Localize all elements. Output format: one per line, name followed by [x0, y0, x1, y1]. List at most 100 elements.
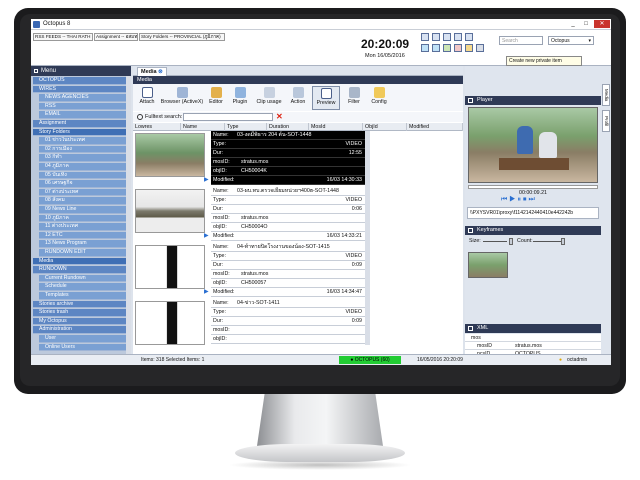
table-row[interactable]: objID: CH50004O	[211, 223, 365, 232]
size-slider[interactable]	[483, 241, 507, 242]
mail-icon[interactable]	[454, 44, 462, 52]
layout-icon[interactable]	[465, 33, 473, 41]
sidebar-item[interactable]: 11 ต่างประเทศ	[39, 223, 129, 231]
play-icon[interactable]: ▶	[204, 289, 210, 295]
table-row[interactable]: mosID: stratus.mos	[211, 158, 365, 167]
sidebar-item[interactable]: Stories trash	[33, 309, 129, 317]
tab-rss-feeds[interactable]: RSS FEEDS -- THAI RATH	[33, 33, 93, 41]
keyframe-thumbnail[interactable]	[468, 252, 508, 278]
count-slider[interactable]	[533, 241, 561, 242]
sidebar-item[interactable]: Administration	[33, 326, 129, 334]
table-row[interactable]: mosID: stratus.mos	[211, 214, 365, 223]
preview-button[interactable]: Preview	[312, 86, 340, 110]
size-slider-thumb[interactable]	[509, 238, 513, 245]
sidebar-item[interactable]: 05 บันเทิง	[39, 171, 129, 180]
sidebar-item[interactable]: Online Users	[39, 343, 129, 352]
side-tab-profile[interactable]: Profil	[602, 110, 610, 132]
sidebar-item[interactable]: 06 เศรษฐกิจ	[39, 180, 129, 188]
table-row[interactable]: Modified: 16/03 14:30:33	[211, 176, 365, 185]
table-row[interactable]: objID: CH50004K	[211, 167, 365, 176]
table-row[interactable]: Type: VIDEO	[211, 140, 365, 149]
close-button[interactable]: ✕	[594, 20, 610, 28]
sidebar-scrollbar[interactable]	[126, 76, 131, 354]
col-modified[interactable]: Modified	[407, 123, 463, 131]
sidebar-item[interactable]: RSS	[39, 102, 129, 111]
filter-button[interactable]: Filter	[342, 86, 366, 110]
config-button[interactable]: Config	[368, 86, 390, 110]
sidebar-item[interactable]: 12 ETC	[39, 231, 129, 240]
sidebar-item[interactable]: Stories archive	[33, 300, 129, 309]
filter-icon[interactable]	[421, 44, 429, 52]
layout-icon[interactable]	[443, 33, 451, 41]
sidebar-item[interactable]: NEWS AGENCIES	[39, 94, 129, 102]
collapse-icon[interactable]	[468, 228, 473, 233]
action-button[interactable]: Action	[286, 86, 310, 110]
fulltext-search-input[interactable]	[183, 113, 273, 121]
layout-icon[interactable]	[421, 33, 429, 41]
table-row[interactable]: Type: VIDEO	[211, 196, 365, 205]
player-seekbar[interactable]	[468, 185, 598, 189]
xml-row[interactable]: mos	[465, 334, 601, 342]
table-row[interactable]: Name: 03-งดมีพิธาร 204 ต้น-SOT-1448	[211, 131, 365, 140]
sidebar-item[interactable]: 02 การเมือง	[39, 145, 129, 154]
sidebar-item[interactable]: 01 ข่าวในประเทศ	[39, 137, 129, 145]
layout-icon[interactable]	[432, 33, 440, 41]
sidebar-item[interactable]: My Octopus	[33, 317, 129, 326]
col-lowres[interactable]: Lowres	[133, 123, 181, 131]
sidebar-item[interactable]: Current Rundown	[39, 274, 129, 283]
sidebar-item[interactable]: 03 กีฬา	[39, 154, 129, 162]
media-thumbnail[interactable]	[135, 245, 205, 289]
table-row[interactable]: mosID:	[211, 326, 365, 335]
col-mosid[interactable]: MosId	[309, 123, 363, 131]
sidebar-item[interactable]: Story Folders	[33, 128, 129, 137]
play-icon[interactable]: ▶	[204, 177, 210, 183]
table-row[interactable]: Modified: 16/03 14:34:47	[211, 288, 365, 297]
new-item-icon[interactable]	[476, 44, 484, 52]
sidebar-item[interactable]: RUNDOWN EDIT	[39, 249, 129, 257]
lightbulb-icon[interactable]	[465, 44, 473, 52]
sidebar-item[interactable]: EMAIL	[39, 111, 129, 119]
close-tab-icon[interactable]: ⊗	[157, 69, 163, 75]
clear-search-icon[interactable]: ✕	[276, 112, 283, 122]
player-controls[interactable]: ⏮▶⏸⏹⏭	[501, 196, 537, 204]
sidebar-item[interactable]: User	[39, 335, 129, 343]
sidebar-item[interactable]: 09 News Line	[39, 206, 129, 214]
sidebar-item[interactable]: 10 ภูมิภาค	[39, 214, 129, 223]
col-name[interactable]: Name	[181, 123, 225, 131]
sidebar-item[interactable]: WIRES	[33, 85, 129, 94]
table-row[interactable]: Type: VIDEO	[211, 252, 365, 261]
collapse-icon[interactable]	[34, 69, 38, 73]
sidebar-item[interactable]: Templates	[39, 292, 129, 300]
table-row[interactable]: objID:	[211, 335, 365, 344]
table-row[interactable]: Name: 04-ท้าทายปิดโรงงานของน้อง-SOT-1415	[211, 243, 365, 252]
sidebar-item[interactable]: OCTOPUS	[33, 77, 129, 85]
clip-usage-button[interactable]: Clip usage	[254, 86, 284, 110]
count-slider-thumb[interactable]	[561, 238, 565, 245]
table-row[interactable]: Dur: 0:09	[211, 261, 365, 270]
side-tab-media[interactable]: Media	[602, 84, 610, 106]
collapse-icon[interactable]	[468, 326, 473, 331]
col-objid[interactable]: ObjId	[363, 123, 407, 131]
browser-button[interactable]: Browser (ActiveX)	[160, 86, 204, 110]
editor-button[interactable]: Editor	[206, 86, 226, 110]
table-row[interactable]: Dur: 12:55	[211, 149, 365, 158]
sidebar-item[interactable]: Media	[33, 257, 129, 266]
sidebar-item[interactable]: RUNDOWN	[33, 266, 129, 274]
play-icon[interactable]: ▶	[204, 233, 210, 239]
search-input[interactable]: Search	[499, 36, 543, 45]
attach-button[interactable]: Attach	[136, 86, 158, 110]
media-grid-scrollbar[interactable]	[365, 131, 370, 345]
sidebar-item[interactable]: 13 News Program	[39, 240, 129, 248]
table-row[interactable]: Type: VIDEO	[211, 308, 365, 317]
layout-icon[interactable]	[454, 33, 462, 41]
table-row[interactable]: objID: CH500057	[211, 279, 365, 288]
maximize-button[interactable]: □	[580, 20, 592, 28]
media-thumbnail[interactable]	[135, 133, 205, 177]
col-duration[interactable]: Duration	[267, 123, 309, 131]
sidebar-item[interactable]: 04 ภูมิภาค	[39, 163, 129, 171]
col-type[interactable]: Type	[225, 123, 267, 131]
collapse-icon[interactable]	[468, 98, 473, 103]
xml-row[interactable]: mosID stratus.mos	[465, 342, 601, 350]
tab-story-folders[interactable]: Story Folders -- PROVINCIAL (ภูมิภาค)	[139, 33, 225, 41]
table-row[interactable]: Name: 04-ข่าว-SOT-1411	[211, 299, 365, 308]
